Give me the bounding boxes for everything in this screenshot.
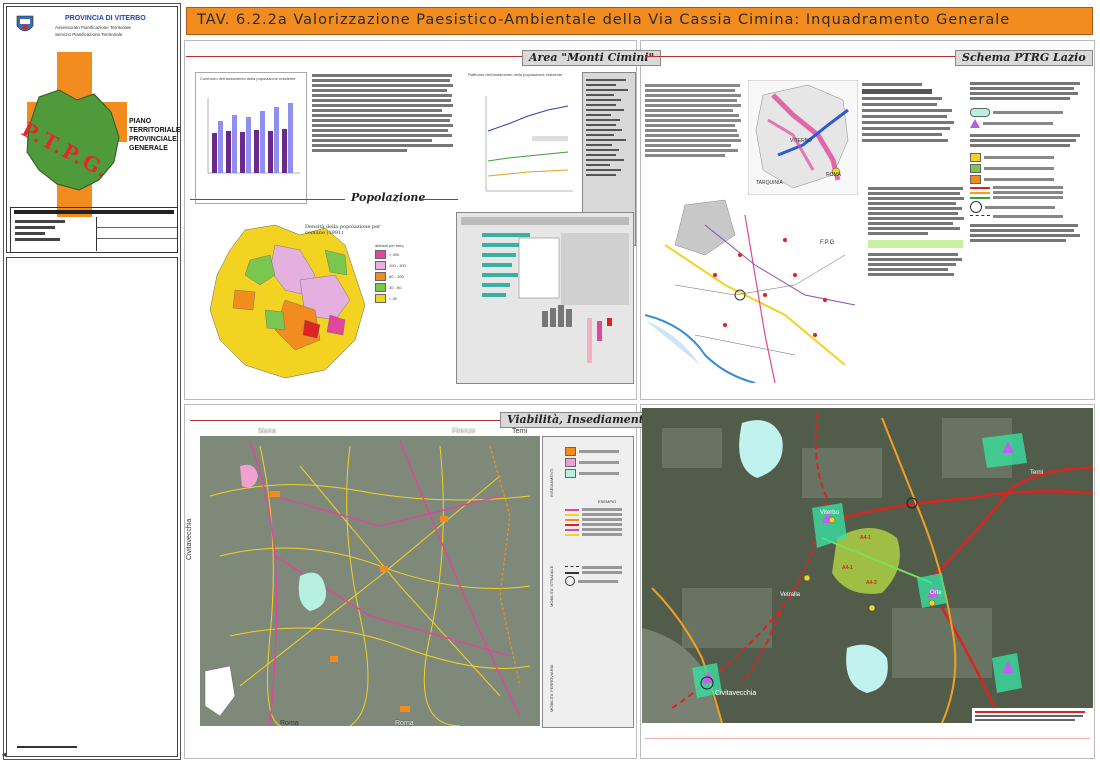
map-label-civitavecchia: Civitavecchia: [186, 518, 193, 560]
plan-title: PIANO TERRITORIALE PROVINCIALE GENERALE: [129, 118, 181, 152]
inset-tarquinia-label: TARQUINIA: [756, 180, 783, 186]
ptrg-text-left: [645, 82, 745, 159]
sat-zone-a42: A4-2: [866, 580, 877, 586]
province-emblem-icon: [14, 14, 36, 36]
inset-roma-label: ROMA: [826, 172, 841, 178]
sat-label-terni: Terni: [1030, 470, 1044, 476]
density-map-heading: Densità della popolazione per comune (19…: [305, 224, 381, 236]
corner-arrow-icon: ◄: [0, 750, 8, 759]
ptrg-fg-label: F.P.G: [820, 240, 835, 246]
legend-mobilita-ferroviaria: MOBILITA' FERROVIARIA: [549, 664, 554, 712]
statistics-panel: [456, 212, 634, 384]
sat-zone-a41-b: A4-1: [842, 565, 853, 571]
area-description: [312, 72, 457, 154]
satellite-caption: [975, 710, 1090, 723]
section-title-viabilita: Viabilità, Insediamenti: [500, 412, 655, 428]
sat-label-viterbo: Viterbo: [820, 510, 839, 516]
ptrg-regional-map: [645, 195, 860, 383]
map-label-firenze: Firenze: [452, 428, 476, 435]
population-density-map: [209, 224, 366, 379]
population-line-chart: Raffronto dell'andamento della popolazio…: [468, 72, 578, 207]
viabilita-legend: ESEMPIO INSEDIAMENTI MOBILITA' STRADALE …: [542, 436, 634, 728]
legend-mobilita: MOBILITA' STRADALE: [549, 565, 554, 607]
satellite-map: [642, 408, 1093, 723]
map-label-terni: Terni: [512, 428, 528, 435]
banner-title: TAV. 6.2.2a Valorizzazione Paesistico-Am…: [197, 12, 1011, 28]
sat-label-orte: Orte: [930, 590, 942, 596]
header-line-3: Servizio Pianificazione Territoriale: [55, 32, 123, 37]
title-table: [10, 207, 178, 253]
inset-viterbo-label: VITERBO: [790, 138, 812, 144]
title-banner: TAV. 6.2.2a Valorizzazione Paesistico-Am…: [186, 7, 1093, 35]
density-legend-title: abitanti per kmq: [375, 243, 404, 248]
sat-label-civitavecchia: Civitavecchia: [715, 690, 757, 697]
section-title-ptrg: Schema PTRG Lazio: [955, 50, 1093, 66]
legend-insediamenti: INSEDIAMENTI: [549, 468, 554, 497]
map-label-siena: Siena: [258, 428, 276, 435]
population-bar-chart: Confronto dell'andamento della popolazio…: [195, 72, 307, 204]
road-network-map: [200, 436, 540, 726]
sat-zone-a41: A4-1: [860, 535, 871, 541]
header-line-2: Assessorato Pianificazione Territoriale: [55, 25, 131, 30]
ptrg-text-middle: [862, 80, 962, 145]
section-title-area: Area "Monti Cimini": [522, 50, 662, 66]
section-title-popolazione: Popolazione: [351, 191, 426, 204]
map-label-roma-left: Roma: [280, 720, 299, 727]
sat-label-vetralla: Vetralla: [780, 592, 801, 598]
title-block: PROVINCIA DI VITERBO Assessorato Pianifi…: [6, 6, 181, 253]
map-label-roma-bottom: Roma: [395, 720, 414, 727]
density-legend: abitanti per kmq > 300 100 - 300 60 - 10…: [375, 243, 435, 305]
notes-block: [6, 257, 178, 757]
header-line-1: PROVINCIA DI VITERBO: [65, 15, 146, 22]
ptrg-text-right: [868, 185, 968, 278]
ptrg-legend: [970, 80, 1088, 244]
